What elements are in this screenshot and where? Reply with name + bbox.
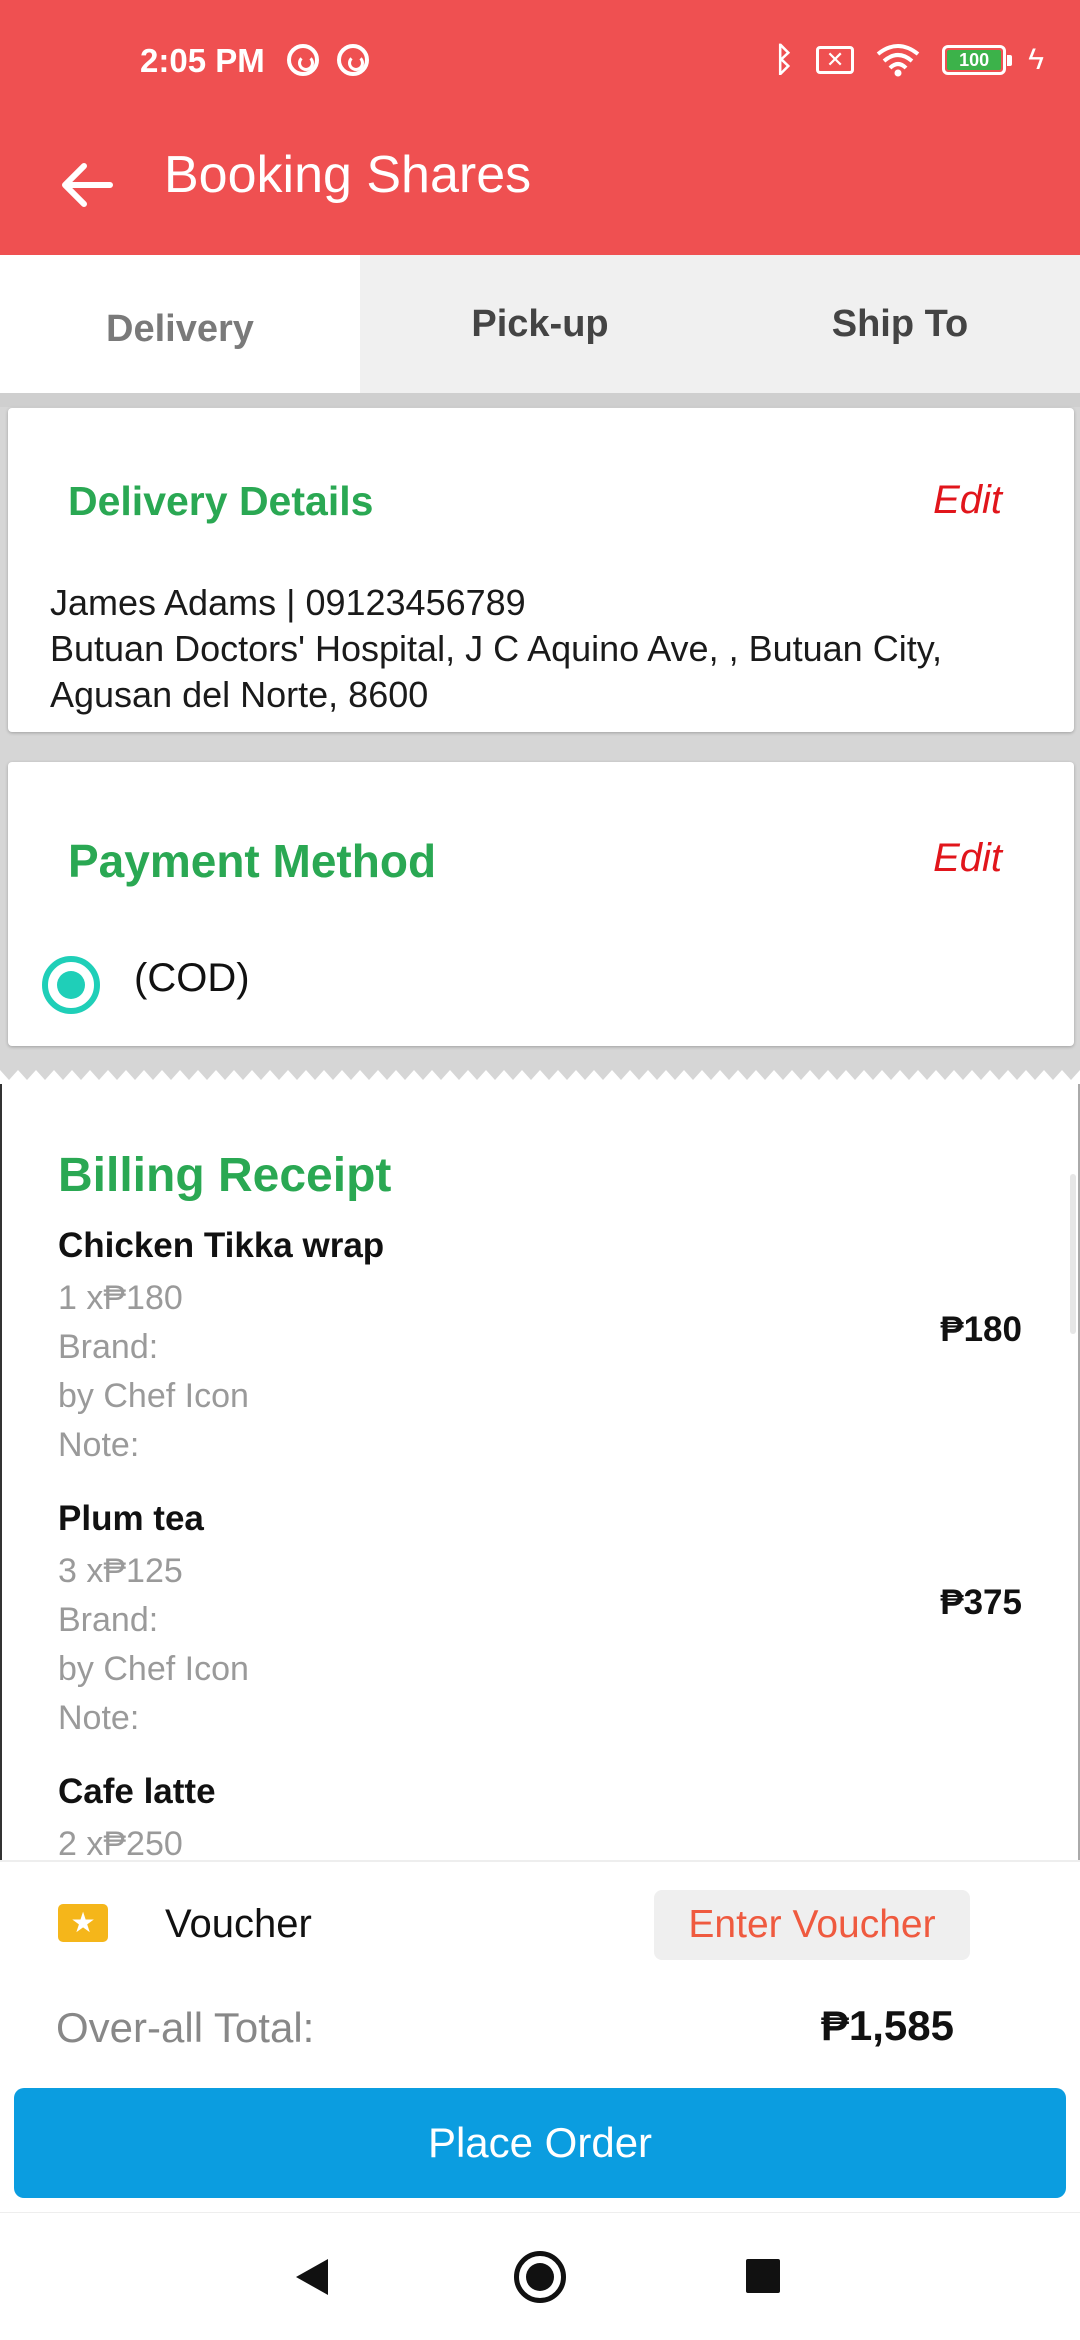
item-total: ₱180	[940, 1310, 1022, 1349]
receipt-scrollbar[interactable]	[1070, 1174, 1076, 1334]
battery-icon: 100	[942, 45, 1013, 75]
delivery-details-title: Delivery Details	[68, 478, 374, 524]
item-name: Cafe latte	[58, 1772, 216, 1811]
address-line-1: Butuan Doctors' Hospital, J C Aquino Ave…	[50, 628, 943, 669]
system-nav-bar	[0, 2212, 1080, 2340]
cod-radio[interactable]	[42, 956, 100, 1014]
tab-delivery[interactable]: Delivery	[0, 255, 360, 393]
voucher-label: Voucher	[165, 1902, 312, 1946]
item-note-label: Note:	[58, 1426, 140, 1464]
receipt-zigzag-edge	[0, 1062, 1080, 1086]
item-brand: by Chef Icon	[58, 1377, 249, 1415]
item-qty-price: 2 x₱250	[58, 1825, 183, 1860]
item-brand-label: Brand:	[58, 1601, 159, 1639]
total-label: Over-all Total:	[56, 2004, 315, 2051]
payment-method-card: Payment Method Edit (COD)	[8, 762, 1074, 1046]
battery-level: 100	[947, 50, 1002, 70]
tab-ship-to[interactable]: Ship To	[720, 255, 1080, 393]
billing-receipt-title: Billing Receipt	[58, 1149, 392, 1202]
status-icons: ᛒ ✕ 100 ϟ	[774, 40, 1044, 80]
radio-selected-dot	[57, 971, 85, 999]
bluetooth-icon: ᛒ	[773, 40, 795, 79]
place-order-button[interactable]: Place Order	[14, 2088, 1066, 2198]
receipt-item: Plum tea 3 x₱125 Brand: by Chef Icon Not…	[58, 1499, 1022, 1743]
total-value: ₱1,585	[820, 2002, 954, 2049]
app-bar: Booking Shares	[0, 120, 1080, 255]
tabs-divider	[0, 393, 1080, 407]
wifi-icon	[876, 43, 920, 77]
order-summary: Voucher Enter Voucher Over-all Total: ₱1…	[0, 1860, 1080, 2212]
delivery-details-card: Delivery Details Edit James Adams | 0912…	[8, 408, 1074, 732]
cod-label: (COD)	[134, 956, 250, 1000]
address-line-2: Agusan del Norte, 8600	[50, 674, 429, 715]
edit-payment-button[interactable]: Edit	[933, 836, 1002, 881]
delivery-address: James Adams | 09123456789 Butuan Doctors…	[50, 580, 1034, 718]
notification-icon	[287, 44, 319, 76]
status-time: 2:05 PM	[140, 42, 265, 79]
nav-home-icon[interactable]	[514, 2251, 566, 2303]
item-qty-price: 1 x₱180	[58, 1279, 183, 1317]
payment-method-title: Payment Method	[68, 835, 437, 887]
enter-voucher-button[interactable]: Enter Voucher	[654, 1890, 970, 1960]
page-title: Booking Shares	[164, 146, 532, 204]
item-name: Chicken Tikka wrap	[58, 1226, 385, 1265]
item-qty-price: 3 x₱125	[58, 1552, 183, 1590]
tab-pickup[interactable]: Pick-up	[360, 255, 720, 393]
receipt-item: Cafe latte 2 x₱250	[58, 1772, 1022, 1860]
notification-icon	[337, 44, 369, 76]
item-brand-label: Brand:	[58, 1328, 159, 1366]
arrow-left-icon[interactable]	[52, 150, 122, 220]
status-bar: 2:05 PM ᛒ ✕ 100 ϟ	[0, 0, 1080, 120]
app-header: 2:05 PM ᛒ ✕ 100 ϟ Booking Shares	[0, 0, 1080, 255]
charging-icon: ϟ	[1028, 43, 1044, 76]
nav-back-icon[interactable]	[296, 2259, 328, 2295]
edit-delivery-button[interactable]: Edit	[933, 478, 1002, 523]
ticket-icon	[58, 1904, 108, 1942]
billing-receipt[interactable]: Billing Receipt Chicken Tikka wrap 1 x₱1…	[0, 1084, 1080, 1860]
item-total: ₱375	[940, 1583, 1022, 1622]
receipt-item: Chicken Tikka wrap 1 x₱180 Brand: by Che…	[58, 1226, 1022, 1470]
item-name: Plum tea	[58, 1499, 204, 1538]
item-note-label: Note:	[58, 1699, 140, 1737]
contact-line: James Adams | 09123456789	[50, 582, 526, 623]
nav-recents-icon[interactable]	[746, 2259, 780, 2293]
delivery-tabs: Delivery Pick-up Ship To	[0, 255, 1080, 393]
sim-off-icon: ✕	[816, 46, 855, 74]
item-brand: by Chef Icon	[58, 1650, 249, 1688]
